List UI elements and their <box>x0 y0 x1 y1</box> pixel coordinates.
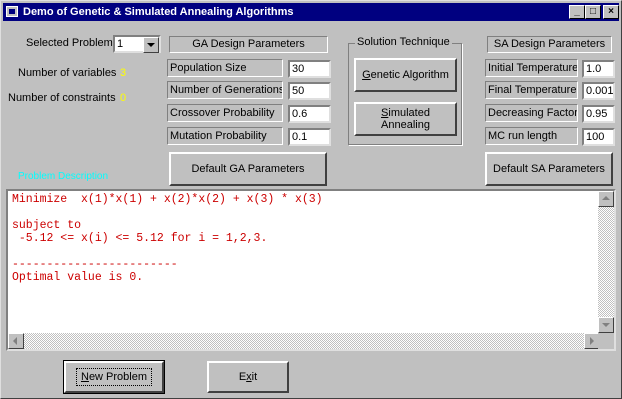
solution-technique-legend: Solution Technique <box>355 36 452 48</box>
simulated-annealing-button[interactable]: Simulated Annealing <box>354 102 457 136</box>
close-button[interactable]: × <box>603 5 619 19</box>
exit-label-rest: it <box>251 371 258 383</box>
crossover-probability-field[interactable]: 0.6 <box>288 105 331 123</box>
ga-param-label: Mutation Probability <box>167 127 283 145</box>
final-temperature-field[interactable]: 0.001 <box>582 82 615 100</box>
new-problem-accel: N <box>80 371 89 383</box>
mutation-probability-field[interactable]: 0.1 <box>288 128 331 146</box>
chevron-down-icon[interactable] <box>143 37 159 53</box>
scroll-up-icon[interactable] <box>598 191 614 207</box>
minimize-button[interactable]: _ <box>569 5 585 19</box>
new-problem-label: ew Problem <box>88 371 148 383</box>
problem-select[interactable]: 1 <box>113 35 161 53</box>
window-title: Demo of Genetic & Simulated Annealing Al… <box>23 6 294 18</box>
exit-button[interactable]: Exit <box>207 361 289 393</box>
ga-parameters-header: GA Design Parameters <box>169 36 328 53</box>
ga-param-label: Number of Generations <box>167 81 283 99</box>
num-variables-label: Number of variables <box>18 67 117 79</box>
sa-param-label: MC run length <box>485 127 578 145</box>
output-textarea[interactable]: Minimize x(1)*x(1) + x(2)*x(2) + x(3) * … <box>6 189 616 351</box>
problem-select-value: 1 <box>117 38 124 50</box>
sa-param-label: Final Temperature <box>485 81 578 99</box>
initial-temperature-field[interactable]: 1.0 <box>582 60 615 78</box>
num-variables-value: 3 <box>120 67 127 79</box>
title-bar[interactable]: Demo of Genetic & Simulated Annealing Al… <box>3 3 619 21</box>
app-icon[interactable] <box>6 6 18 17</box>
decreasing-factor-field[interactable]: 0.95 <box>582 105 615 123</box>
main-window: Demo of Genetic & Simulated Annealing Al… <box>0 0 622 399</box>
problem-description-link[interactable]: Problem Description <box>18 171 108 182</box>
scrollbar-corner <box>598 333 614 349</box>
num-constraints-value: 0 <box>120 92 127 104</box>
selected-problem-label: Selected Problem <box>26 37 113 49</box>
ga-param-label: Population Size <box>167 59 283 77</box>
genetic-algorithm-accel: G <box>362 69 371 81</box>
maximize-button[interactable]: □ <box>585 5 601 19</box>
scroll-left-icon[interactable] <box>8 333 24 349</box>
scroll-down-icon[interactable] <box>598 317 614 333</box>
default-sa-parameters-button[interactable]: Default SA Parameters <box>485 152 613 186</box>
sa-param-label: Decreasing Factor <box>485 104 578 122</box>
ga-param-label: Crossover Probability <box>167 104 283 122</box>
vertical-scrollbar[interactable] <box>598 191 614 333</box>
sa-param-label: Initial Temperature <box>485 59 578 77</box>
horizontal-scrollbar[interactable] <box>8 333 600 349</box>
num-constraints-label: Number of constraints <box>8 92 116 104</box>
generations-field[interactable]: 50 <box>288 82 331 100</box>
genetic-algorithm-button[interactable]: Genetic Algorithm <box>354 58 457 92</box>
genetic-algorithm-label: enetic Algorithm <box>370 69 449 81</box>
output-text: Minimize x(1)*x(1) + x(2)*x(2) + x(3) * … <box>12 193 323 284</box>
default-ga-parameters-button[interactable]: Default GA Parameters <box>169 152 327 186</box>
simulated-annealing-label: imulated Annealing <box>381 107 430 131</box>
population-size-field[interactable]: 30 <box>288 60 331 78</box>
mc-run-length-field[interactable]: 100 <box>582 128 615 146</box>
new-problem-button[interactable]: New Problem <box>63 360 165 394</box>
sa-parameters-header: SA Design Parameters <box>487 36 612 53</box>
